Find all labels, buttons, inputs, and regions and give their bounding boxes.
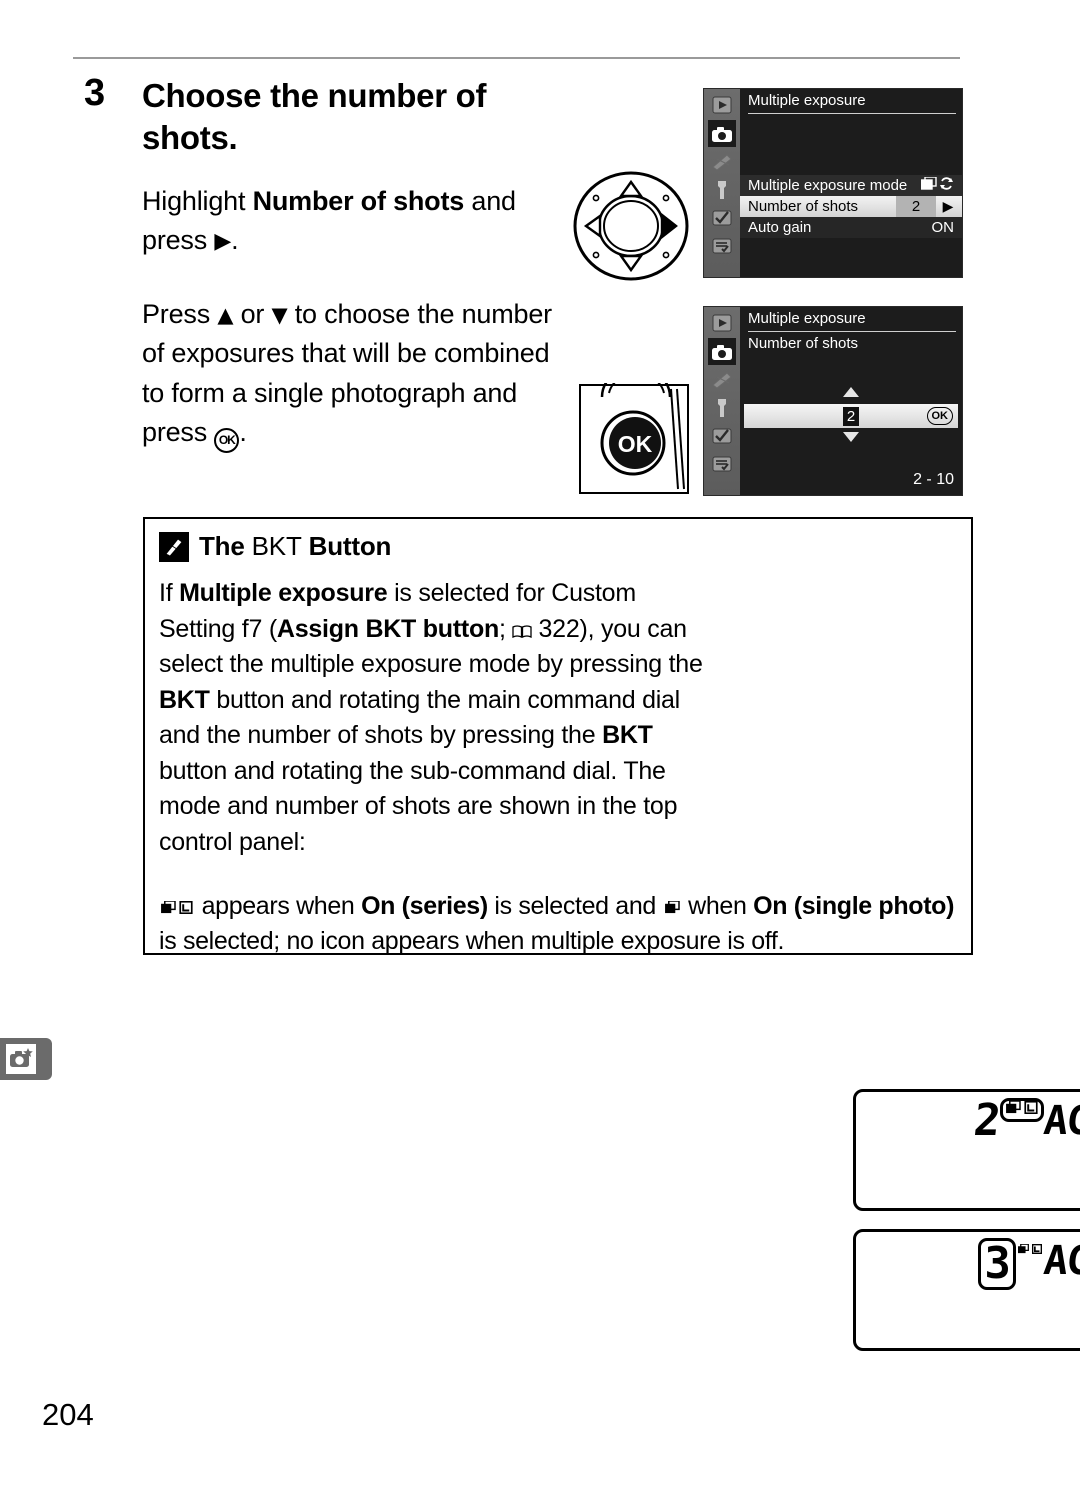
lcd-digit: 2	[971, 1095, 1003, 1146]
value-range-label: 2 - 10	[913, 471, 954, 488]
header-rule	[73, 57, 960, 59]
camera-star-icon	[6, 1044, 36, 1074]
note-b4: BKT	[602, 721, 653, 749]
note-f1: appears when	[195, 892, 362, 920]
sidebar-item-shooting-menu-icon[interactable]	[708, 120, 736, 147]
menu-content: Multiple exposure Multiple exposure mode…	[740, 89, 962, 277]
series-pair-icons	[1017, 1244, 1042, 1254]
p2-a: Press	[142, 299, 218, 329]
row-label: Number of shots	[748, 198, 859, 215]
p1-end: .	[231, 225, 239, 256]
sidebar-item-pencil-custom-icon[interactable]	[708, 148, 736, 175]
step-number: 3	[84, 72, 105, 114]
note-t1: If	[159, 579, 180, 607]
sidebar-item-my-menu-icon[interactable]	[708, 232, 736, 259]
instruction-paragraph-2: Press ▲ or ▼ to choose the number of exp…	[142, 295, 562, 454]
lcd-row: 3 AG	[856, 1238, 1080, 1290]
menu-row-multiple-exposure-mode[interactable]: Multiple exposure mode	[740, 175, 962, 196]
menu-row-auto-gain[interactable]: Auto gain ON	[740, 217, 962, 238]
menu-sidebar	[704, 307, 740, 495]
up-arrow-icon: ▲	[217, 303, 234, 327]
menu-title: Multiple exposure	[748, 309, 956, 332]
row-label: Auto gain	[748, 219, 812, 236]
ok-button-illustration: OK	[578, 365, 690, 495]
note-fb1: On (series)	[361, 892, 488, 920]
note-t6: button and rotating the sub-command dial…	[159, 756, 678, 856]
sidebar-item-pencil-custom-icon[interactable]	[708, 366, 736, 393]
lcd-mode-icon-highlight	[999, 1098, 1044, 1122]
series-pair-icons	[1005, 1101, 1038, 1114]
right-arrow-icon: ▶	[214, 229, 232, 255]
lcd-digit: 3	[984, 1238, 1010, 1289]
lcd-shot-count-panel: 3 AG	[853, 1229, 1080, 1351]
note-f2: is selected and	[487, 892, 663, 920]
sidebar-item-retouch-icon[interactable]	[708, 204, 736, 231]
ok-confirm-badge[interactable]: OK	[926, 407, 953, 425]
note-t3: ;	[499, 614, 513, 643]
note-b1: Multiple exposure	[179, 579, 388, 607]
lcd-digit-highlight: 3	[978, 1238, 1016, 1290]
note-f3: when	[681, 892, 754, 920]
note-heading-bkt: BKT	[251, 531, 302, 561]
sidebar-item-playback-icon[interactable]	[708, 91, 736, 118]
menu-sidebar	[704, 89, 740, 277]
note-heading-a: The	[199, 531, 252, 561]
camera-menu-number-of-shots: Multiple exposure Number of shots 2 OK 2…	[703, 306, 963, 496]
note-heading-text: The BKT Button	[199, 531, 391, 562]
multi-selector-illustration	[572, 170, 690, 282]
note-box-bkt-button: The BKT Button If Multiple exposure is s…	[143, 517, 1080, 1351]
note-heading: The BKT Button	[159, 531, 391, 562]
p2-b: or	[233, 299, 272, 329]
menu-subtitle: Number of shots	[748, 335, 859, 352]
increment-caret-icon[interactable]	[843, 387, 859, 397]
row-value: ON	[931, 219, 955, 236]
menu-row-number-of-shots[interactable]: Number of shots 2 ▶	[740, 196, 962, 217]
decrement-caret-icon[interactable]	[843, 432, 859, 442]
p1-prefix: Highlight	[142, 186, 253, 216]
row-value: 2	[896, 196, 936, 217]
stepper-value: 2	[842, 406, 860, 426]
p2-d: .	[239, 417, 247, 448]
note-fb2: On (single photo)	[753, 892, 955, 920]
note-body-text: If Multiple exposure is selected for Cus…	[159, 576, 704, 860]
lcd-suffix: AG	[1041, 1098, 1080, 1144]
number-of-shots-stepper[interactable]: 2 OK	[744, 404, 958, 428]
p1-bold-menu-name: Number of shots	[252, 186, 465, 216]
lcd-row: 2 AG	[856, 1095, 1080, 1150]
on-series-inline-icons	[161, 901, 193, 914]
ok-illustration-label: OK	[618, 431, 653, 457]
note-heading-b: Button	[301, 531, 392, 561]
page-title: Choose the number of shots.	[142, 77, 487, 157]
series-loop-icons	[921, 177, 954, 191]
on-single-photo-inline-icon	[664, 901, 680, 914]
down-arrow-icon: ▼	[271, 303, 288, 327]
sidebar-item-wrench-setup-icon[interactable]	[708, 176, 736, 203]
camera-menu-multiple-exposure: Multiple exposure Multiple exposure mode…	[703, 88, 963, 278]
sidebar-item-my-menu-icon[interactable]	[708, 450, 736, 477]
ok-button-icon: OK	[214, 428, 240, 454]
sidebar-item-shooting-menu-icon[interactable]	[708, 338, 736, 365]
note-b3: BKT	[159, 685, 210, 714]
page-number: 204	[42, 1397, 94, 1432]
menu-title: Multiple exposure	[748, 91, 956, 114]
sidebar-item-wrench-setup-icon[interactable]	[708, 394, 736, 421]
instruction-paragraph-1: Highlight Number of shots and press ▶.	[142, 182, 562, 261]
note-footer-text: appears when On (series) is selected and…	[159, 889, 959, 959]
section-tab-shooting-menu[interactable]	[0, 1038, 52, 1080]
lcd-suffix: AG	[1041, 1238, 1080, 1284]
note-f4: is selected; no icon appears when multip…	[159, 927, 785, 955]
pencil-note-icon	[159, 531, 189, 562]
note-b2: Assign BKT button	[276, 614, 500, 643]
menu-content: Multiple exposure Number of shots 2 OK 2…	[740, 307, 962, 495]
sidebar-item-playback-icon[interactable]	[708, 309, 736, 336]
book-reference-icon	[512, 618, 538, 642]
chevron-right-icon[interactable]: ▶	[938, 196, 958, 217]
row-label: Multiple exposure mode	[748, 177, 908, 194]
sidebar-item-retouch-icon[interactable]	[708, 422, 736, 449]
lcd-on-series-panel: 2 AG	[853, 1089, 1080, 1211]
manual-page: 3 Choose the number of shots. Highlight …	[0, 0, 1080, 1486]
